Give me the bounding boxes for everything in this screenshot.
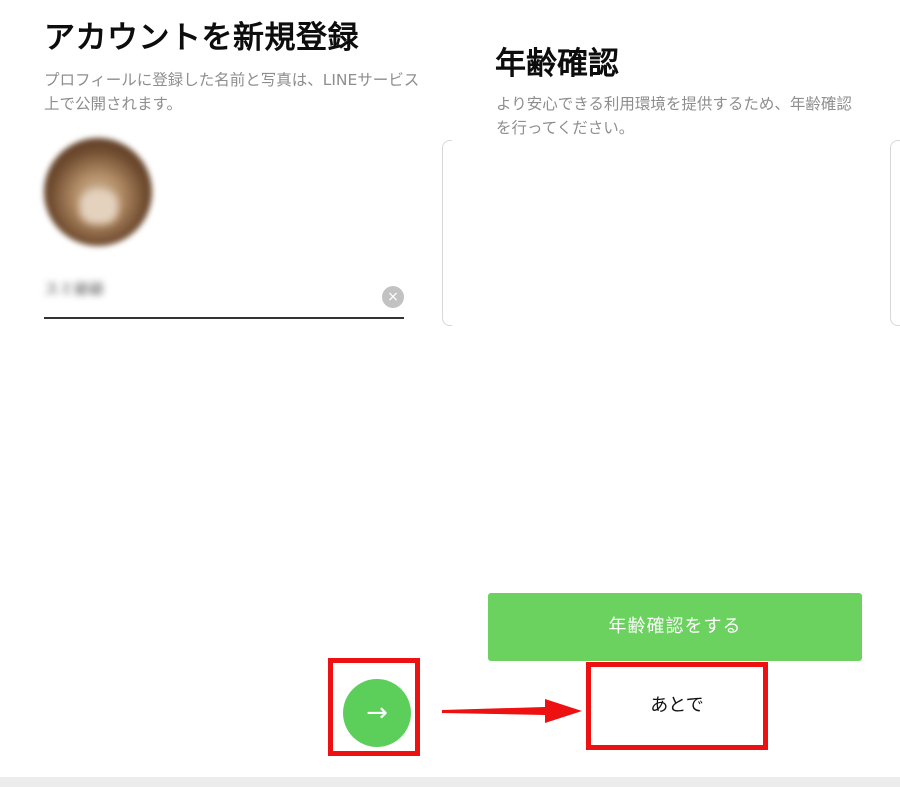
age-verification-description: より安心できる利用環境を提供するため、年齢確認を行ってください。 (496, 95, 852, 137)
carousel-card-edge (442, 140, 452, 326)
name-input-underline (44, 317, 404, 319)
bottom-bar (0, 777, 900, 787)
age-verification-title: 年齢確認 (495, 46, 619, 82)
carousel-card-edge (890, 140, 900, 326)
clear-icon[interactable]: × (382, 286, 404, 308)
highlight-box-next (328, 658, 420, 756)
profile-description: プロフィールに登録した名前と写真は、LINEサービス上で公開されます。 (44, 71, 420, 113)
name-input-value[interactable]: スミ爺爺 (44, 278, 104, 299)
avatar-face (80, 190, 118, 224)
annotation-arrow-icon (442, 699, 582, 723)
page-title: アカウントを新規登録 (44, 20, 359, 56)
highlight-box-later (586, 662, 768, 750)
age-verify-button[interactable]: 年齢確認をする (488, 593, 862, 661)
